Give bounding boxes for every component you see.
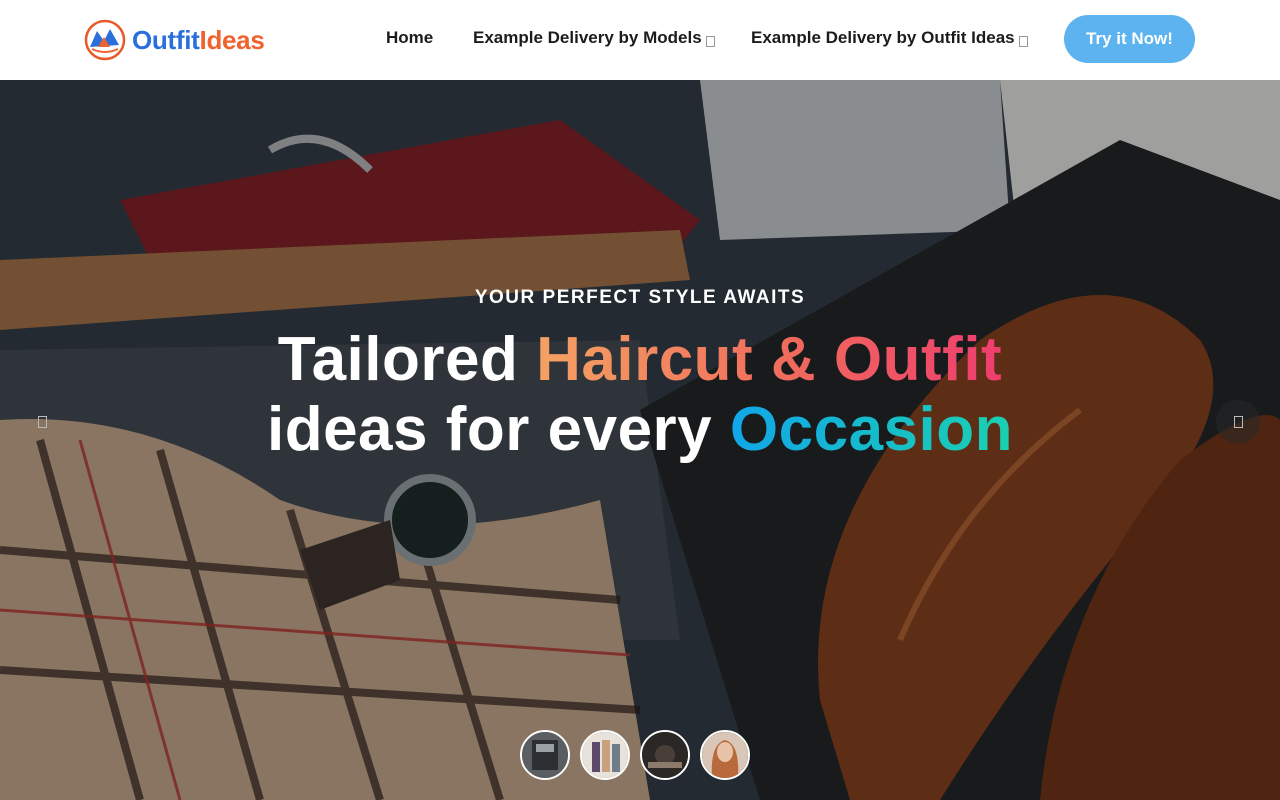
slider-next-button[interactable]: [1216, 400, 1260, 444]
hero-headline-line-2: ideas for every Occasion: [0, 395, 1280, 465]
slider-thumbnails: [520, 730, 750, 780]
hero-line2-accent: Occasion: [729, 395, 1014, 464]
nav-home[interactable]: Home: [386, 28, 433, 48]
hero-slider: YOUR PERFECT STYLE AWAITS Tailored Hairc…: [0, 80, 1280, 800]
brand-wordmark: OutfitIdeas: [132, 25, 265, 56]
try-it-now-button[interactable]: Try it Now!: [1064, 15, 1195, 63]
nav-example-outfit-ideas[interactable]: Example Delivery by Outfit Ideas: [751, 28, 1028, 48]
brand-part-2: Ideas: [199, 24, 265, 55]
chevron-down-icon: [705, 35, 715, 47]
chevron-right-icon: [1233, 416, 1243, 428]
hero-line1-accent: Haircut & Outfit: [536, 325, 1003, 394]
nav-example-models-label: Example Delivery by Models: [473, 28, 702, 47]
hero-line2-text: ideas for every: [266, 395, 730, 464]
thumb-image-4: [702, 732, 748, 778]
chevron-left-icon: [37, 416, 47, 428]
nav-example-outfit-ideas-label: Example Delivery by Outfit Ideas: [751, 28, 1015, 47]
slider-thumb-1[interactable]: [520, 730, 570, 780]
site-header: OutfitIdeas Home Example Delivery by Mod…: [0, 0, 1280, 80]
thumb-image-2: [582, 732, 628, 778]
logo-icon: [84, 19, 126, 61]
nav-home-label: Home: [386, 28, 434, 47]
slider-prev-button[interactable]: [20, 400, 64, 444]
hero-headline: Tailored Haircut & Outfit ideas for ever…: [0, 325, 1280, 465]
brand-part-1: Outfit: [132, 24, 200, 55]
slider-thumb-2[interactable]: [580, 730, 630, 780]
slider-thumb-4[interactable]: [700, 730, 750, 780]
chevron-down-icon: [1018, 35, 1028, 47]
brand-logo[interactable]: OutfitIdeas: [84, 19, 265, 61]
hero-eyebrow: YOUR PERFECT STYLE AWAITS: [474, 287, 806, 308]
thumb-image-3: [642, 732, 688, 778]
slider-thumb-3[interactable]: [640, 730, 690, 780]
hero-headline-line-1: Tailored Haircut & Outfit: [0, 325, 1280, 395]
thumb-image-1: [522, 732, 568, 778]
hero-line1-text: Tailored: [277, 325, 537, 394]
nav-example-models[interactable]: Example Delivery by Models: [473, 28, 715, 48]
